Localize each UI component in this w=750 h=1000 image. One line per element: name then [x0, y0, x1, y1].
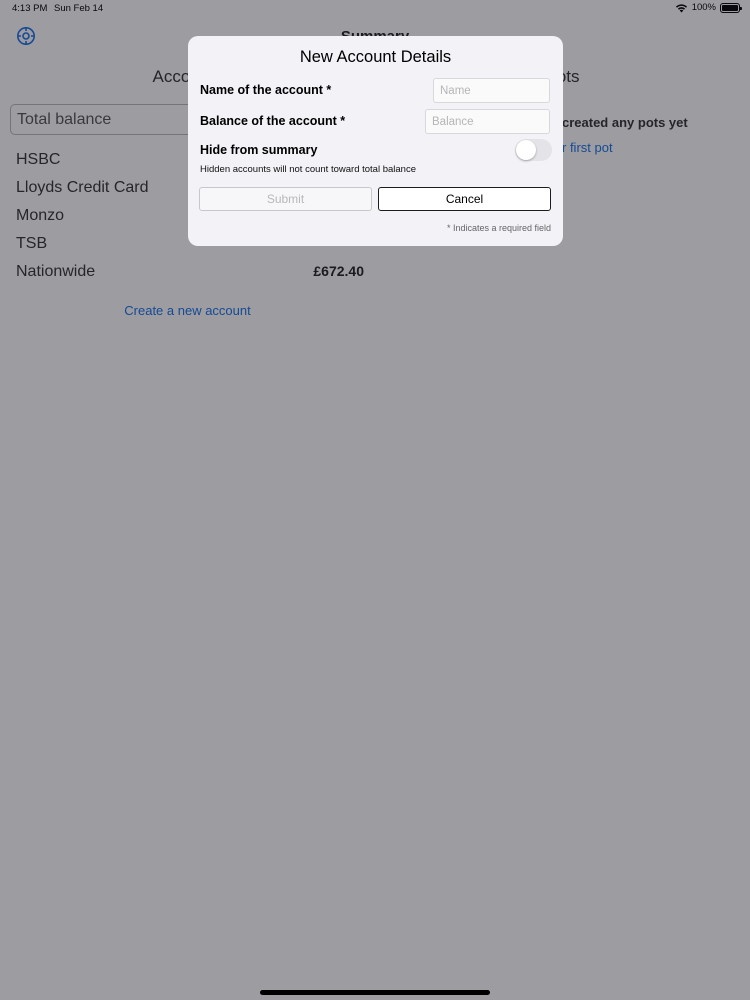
required-field-note: * Indicates a required field: [446, 223, 551, 233]
account-name-label: Name of the account *: [200, 83, 332, 97]
toggle-knob: [516, 140, 536, 160]
home-indicator[interactable]: [260, 990, 490, 995]
submit-button[interactable]: Submit: [199, 187, 372, 211]
new-account-modal: New Account Details Name of the account …: [188, 36, 563, 246]
account-name-input[interactable]: [433, 78, 550, 103]
hide-from-summary-toggle[interactable]: [515, 139, 552, 161]
hide-helper-text: Hidden accounts will not count toward to…: [200, 164, 416, 175]
modal-title: New Account Details: [299, 48, 452, 66]
hide-from-summary-label: Hide from summary: [200, 143, 318, 157]
account-balance-label: Balance of the account *: [200, 114, 346, 128]
cancel-button[interactable]: Cancel: [378, 187, 551, 211]
account-balance-input[interactable]: [425, 109, 550, 134]
